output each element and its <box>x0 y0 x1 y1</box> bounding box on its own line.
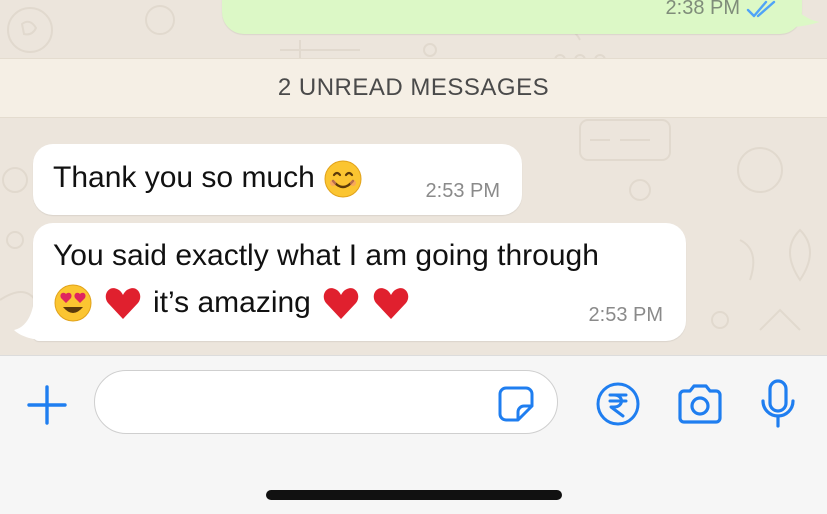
attach-button[interactable] <box>24 382 70 428</box>
message-time: 2:53 PM <box>588 304 663 326</box>
outgoing-message-time: 2:38 PM <box>665 0 740 19</box>
message-text-row: Thank you so much <box>53 155 363 201</box>
smiling-face-emoji <box>323 159 363 199</box>
chat-area[interactable]: 2:38 PM 2 UNREAD MESSAGES Thank you so m… <box>0 0 827 355</box>
heart-eyes-emoji <box>53 283 93 323</box>
camera-icon <box>678 384 722 424</box>
plus-icon <box>27 385 67 425</box>
payment-button[interactable] <box>594 380 642 428</box>
rupee-payment-icon <box>596 382 640 426</box>
message-text: it’s amazing <box>153 286 311 319</box>
microphone-icon <box>761 379 795 428</box>
outgoing-bubble-tail <box>786 0 820 30</box>
unread-messages-label: 2 UNREAD MESSAGES <box>277 74 550 101</box>
incoming-message-bubble[interactable]: Thank you so much 2:53 PM <box>33 144 522 215</box>
incoming-message-bubble[interactable]: You said exactly what I am going through… <box>33 223 686 341</box>
message-composer-bar <box>0 355 827 514</box>
message-input[interactable] <box>94 370 558 434</box>
red-heart-emoji <box>371 283 411 323</box>
outgoing-message-bubble[interactable]: 2:38 PM <box>222 0 802 34</box>
camera-button[interactable] <box>675 380 725 428</box>
red-heart-emoji <box>321 283 361 323</box>
double-check-icon <box>746 0 776 17</box>
message-text: Thank you so much <box>53 161 315 194</box>
incoming-bubble-tail <box>14 300 44 340</box>
unread-messages-banner: 2 UNREAD MESSAGES <box>0 58 827 118</box>
outgoing-message-meta: 2:38 PM <box>666 0 778 20</box>
red-heart-emoji <box>103 283 143 323</box>
message-text-row: it’s amazing <box>53 280 411 326</box>
message-text: You said exactly what I am going through <box>53 239 599 272</box>
home-indicator <box>266 490 562 500</box>
voice-message-button[interactable] <box>756 378 800 430</box>
message-time: 2:53 PM <box>425 180 500 202</box>
sticker-button[interactable] <box>494 382 538 426</box>
sticker-icon <box>498 386 534 422</box>
